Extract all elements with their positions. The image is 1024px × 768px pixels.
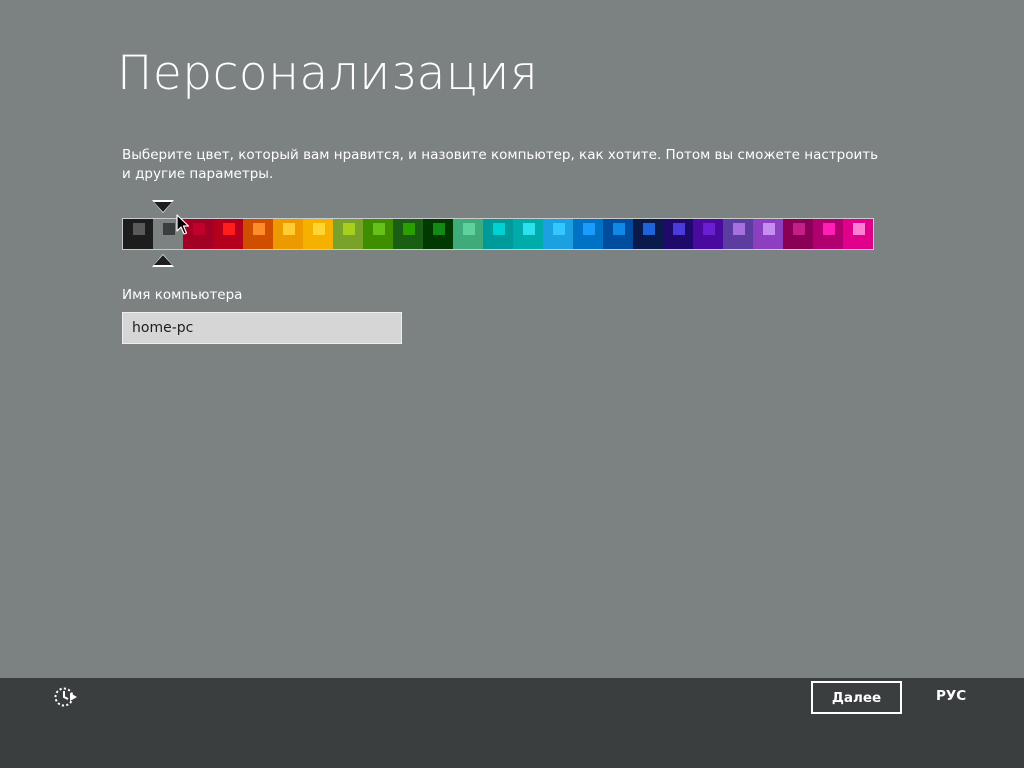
- color-swatch-accent: [343, 223, 355, 235]
- ease-of-access-icon[interactable]: [52, 684, 80, 710]
- color-swatch[interactable]: [213, 219, 243, 249]
- color-swatch-accent: [853, 223, 865, 235]
- color-swatch-accent: [583, 223, 595, 235]
- mouse-pointer-icon: [176, 214, 190, 240]
- color-swatch-accent: [733, 223, 745, 235]
- color-swatch-accent: [493, 223, 505, 235]
- color-swatch[interactable]: [663, 219, 693, 249]
- color-swatch-accent: [373, 223, 385, 235]
- color-swatch[interactable]: [483, 219, 513, 249]
- color-swatch-accent: [463, 223, 475, 235]
- color-palette: [122, 218, 874, 250]
- color-swatch[interactable]: [633, 219, 663, 249]
- color-swatch-accent: [193, 223, 205, 235]
- page-description: Выберите цвет, который вам нравится, и н…: [122, 147, 879, 182]
- color-swatch[interactable]: [303, 219, 333, 249]
- color-swatch[interactable]: [453, 219, 483, 249]
- color-swatch-accent: [253, 223, 265, 235]
- color-swatch-accent: [523, 223, 535, 235]
- color-swatch[interactable]: [393, 219, 423, 249]
- color-swatch-accent: [163, 223, 175, 235]
- color-swatch-accent: [223, 223, 235, 235]
- color-swatch[interactable]: [423, 219, 453, 249]
- color-swatch[interactable]: [573, 219, 603, 249]
- page-title: Персонализация: [117, 46, 539, 101]
- color-swatch-accent: [283, 223, 295, 235]
- color-swatch[interactable]: [123, 219, 153, 249]
- color-swatch-accent: [403, 223, 415, 235]
- color-swatch-accent: [133, 223, 145, 235]
- color-swatch-accent: [643, 223, 655, 235]
- color-swatch[interactable]: [723, 219, 753, 249]
- color-swatch[interactable]: [753, 219, 783, 249]
- color-swatch[interactable]: [693, 219, 723, 249]
- color-swatch-accent: [823, 223, 835, 235]
- color-swatch-accent: [553, 223, 565, 235]
- color-swatch[interactable]: [813, 219, 843, 249]
- computer-name-input[interactable]: [122, 312, 402, 344]
- color-swatch-accent: [313, 223, 325, 235]
- language-indicator[interactable]: РУС: [936, 688, 966, 704]
- color-swatch[interactable]: [513, 219, 543, 249]
- color-swatch-accent: [763, 223, 775, 235]
- next-button[interactable]: Далее: [811, 681, 902, 714]
- color-swatch[interactable]: [543, 219, 573, 249]
- color-swatch[interactable]: [603, 219, 633, 249]
- color-swatch-accent: [613, 223, 625, 235]
- color-swatch[interactable]: [843, 219, 873, 249]
- computer-name-label: Имя компьютера: [122, 287, 243, 303]
- color-swatch[interactable]: [333, 219, 363, 249]
- color-swatch-accent: [673, 223, 685, 235]
- color-swatch[interactable]: [363, 219, 393, 249]
- color-swatch[interactable]: [783, 219, 813, 249]
- color-swatch[interactable]: [243, 219, 273, 249]
- color-swatch-accent: [793, 223, 805, 235]
- color-swatch-accent: [703, 223, 715, 235]
- color-swatch-accent: [433, 223, 445, 235]
- color-swatch[interactable]: [273, 219, 303, 249]
